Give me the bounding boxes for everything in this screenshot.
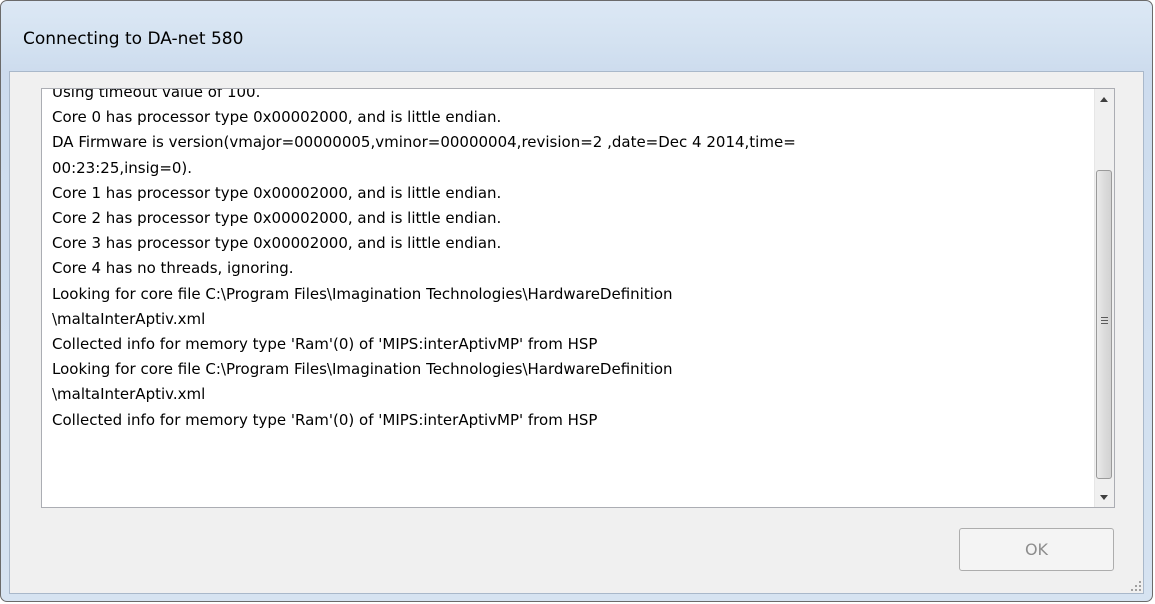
log-line: Core 2 has processor type 0x00002000, an… — [52, 209, 502, 228]
vertical-scrollbar[interactable] — [1094, 89, 1114, 507]
log-line: 00:23:25,insig=0). — [52, 158, 193, 177]
scroll-down-arrow-icon — [1100, 495, 1108, 500]
log-line: Core 1 has processor type 0x00002000, an… — [52, 183, 502, 202]
log-output-textbox[interactable]: Using timeout value of 100. Core 0 has p… — [41, 88, 1115, 508]
scrollbar-thumb[interactable] — [1096, 170, 1112, 479]
log-line: DA Firmware is version(vmajor=00000005,v… — [52, 133, 796, 152]
log-line: Collected info for memory type 'Ram'(0) … — [52, 335, 598, 354]
scroll-down-button[interactable] — [1095, 487, 1114, 507]
ok-button[interactable]: OK — [959, 528, 1114, 571]
scroll-thumb-grip-icon — [1101, 317, 1108, 326]
log-line: Core 3 has processor type 0x00002000, an… — [52, 234, 502, 253]
dialog-window: Connecting to DA-net 580 Using timeout v… — [0, 0, 1153, 602]
resize-grip-icon[interactable] — [1129, 579, 1141, 591]
scroll-up-arrow-icon — [1100, 97, 1108, 102]
log-lines: Using timeout value of 100. Core 0 has p… — [42, 88, 1094, 433]
log-line: Looking for core file C:\Program Files\I… — [52, 360, 673, 379]
log-line: Core 0 has processor type 0x00002000, an… — [52, 108, 502, 127]
log-line: Core 4 has no threads, ignoring. — [52, 259, 294, 278]
title-bar[interactable]: Connecting to DA-net 580 — [1, 1, 1152, 71]
log-line: \maltaInterAptiv.xml — [52, 309, 206, 328]
log-line: Using timeout value of 100. — [52, 88, 261, 101]
dialog-client-area: Using timeout value of 100. Core 0 has p… — [9, 71, 1144, 594]
log-line: \maltaInterAptiv.xml — [52, 385, 206, 404]
dialog-title: Connecting to DA-net 580 — [23, 29, 244, 49]
scroll-up-button[interactable] — [1095, 89, 1114, 109]
log-line: Collected info for memory type 'Ram'(0) … — [52, 410, 598, 429]
log-line: Looking for core file C:\Program Files\I… — [52, 284, 673, 303]
